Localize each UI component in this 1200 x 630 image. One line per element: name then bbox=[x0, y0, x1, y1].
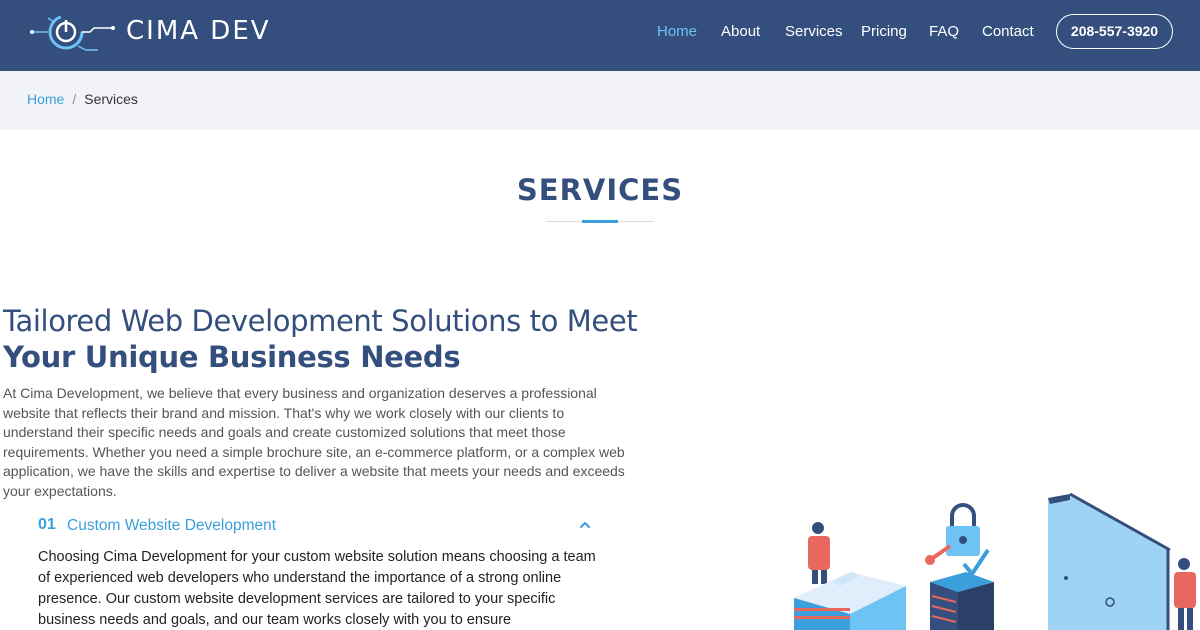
isometric-illustration bbox=[794, 492, 1196, 630]
lock-icon bbox=[925, 503, 990, 578]
nav-faq[interactable]: FAQ bbox=[929, 23, 959, 40]
nav-home[interactable]: Home bbox=[657, 23, 697, 40]
nav-services[interactable]: Services bbox=[785, 23, 843, 40]
intro-heading-bold: Your Unique Business Needs bbox=[3, 340, 461, 374]
breadcrumb-home-link[interactable]: Home bbox=[27, 91, 64, 107]
accordion-number: 01 bbox=[38, 516, 56, 533]
site-header: CIMA DEV Home About Services Pricing FAQ… bbox=[0, 0, 1200, 71]
accordion-title: Custom Website Development bbox=[67, 517, 277, 534]
intro-paragraph: At Cima Development, we believe that eve… bbox=[3, 385, 625, 499]
nav-about[interactable]: About bbox=[721, 23, 760, 40]
person-right-figure bbox=[1174, 558, 1196, 630]
title-accent-bar bbox=[582, 220, 618, 223]
chevron-up-icon[interactable] bbox=[578, 518, 592, 532]
intro-heading-light: Tailored Web Development Solutions to Me… bbox=[3, 304, 638, 338]
nav-contact[interactable]: Contact bbox=[982, 23, 1034, 40]
main-nav: Home About Services Pricing FAQ Contact bbox=[0, 23, 1200, 43]
breadcrumb: Home / Services bbox=[27, 91, 138, 107]
server-tower bbox=[930, 572, 994, 630]
desk-block bbox=[794, 572, 906, 630]
nav-pricing[interactable]: Pricing bbox=[861, 23, 907, 40]
section-title: SERVICES bbox=[516, 173, 684, 207]
accordion-body: Choosing Cima Development for your custo… bbox=[38, 549, 596, 628]
accordion-header[interactable]: 01 Custom Website Development bbox=[38, 516, 598, 538]
phone-button[interactable]: 208-557-3920 bbox=[1056, 14, 1173, 49]
breadcrumb-current: Services bbox=[84, 91, 138, 107]
breadcrumb-separator: / bbox=[72, 91, 77, 107]
person-left-figure bbox=[808, 522, 830, 584]
large-monitor bbox=[1048, 492, 1171, 630]
breadcrumb-bar: Home / Services bbox=[0, 71, 1200, 130]
